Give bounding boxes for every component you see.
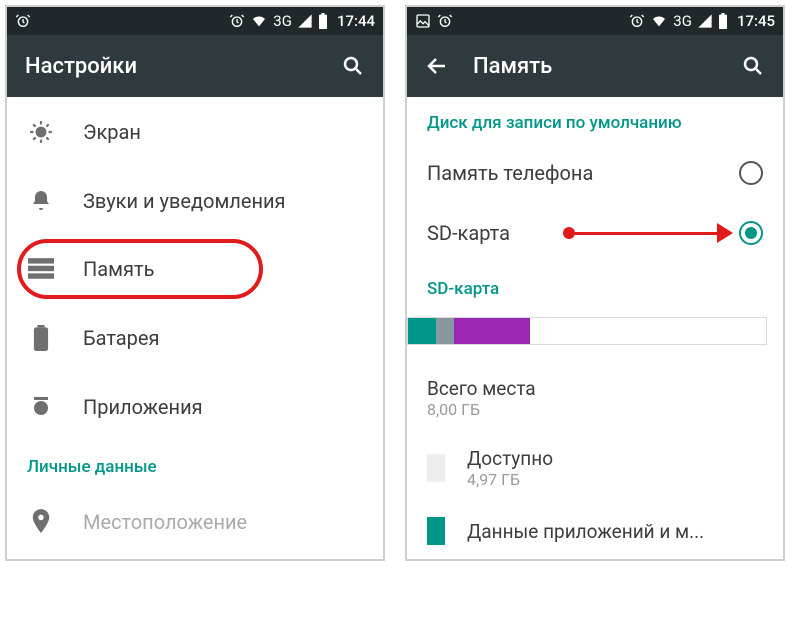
location-icon	[27, 509, 55, 535]
swatch-free	[427, 454, 445, 482]
search-icon[interactable]	[741, 54, 765, 78]
battery-icon	[27, 325, 55, 351]
stat-value: 4,97 ГБ	[467, 470, 553, 489]
alarm-icon	[15, 13, 31, 29]
row-storage[interactable]: Память	[7, 235, 383, 303]
stat-label: Доступно	[467, 447, 553, 470]
storage-usage-bar	[407, 317, 767, 345]
row-label: Экран	[83, 120, 141, 144]
clock-time: 17:45	[737, 12, 775, 30]
seg-other	[436, 318, 454, 344]
radio-label: SD-карта	[427, 221, 510, 245]
bell-icon	[27, 189, 55, 213]
phone-left: 3G 17:44 Настройки Экран Звуки и у	[5, 5, 385, 561]
section-default-disk: Диск для записи по умолчанию	[407, 97, 783, 143]
radio-sd-card[interactable]: SD-карта	[407, 203, 783, 263]
stat-label: Всего места	[427, 377, 536, 400]
row-battery[interactable]: Батарея	[7, 303, 383, 373]
stat-appdata[interactable]: Данные приложений и м...	[407, 503, 783, 559]
network-label: 3G	[673, 12, 692, 30]
alarm-icon	[629, 13, 645, 29]
row-label: Память	[83, 257, 154, 281]
row-location[interactable]: Местоположение	[7, 487, 383, 557]
radio-phone-storage[interactable]: Память телефона	[407, 143, 783, 203]
status-bar: 3G 17:44	[7, 7, 383, 35]
radio-label: Память телефона	[427, 161, 593, 185]
settings-list: Экран Звуки и уведомления Память Батарея	[7, 97, 383, 557]
section-personal: Личные данные	[7, 441, 383, 487]
signal-icon	[697, 13, 713, 29]
network-label: 3G	[273, 12, 292, 30]
row-label: Приложения	[83, 395, 203, 419]
status-bar: 3G 17:45	[407, 7, 783, 35]
battery-icon	[718, 13, 728, 29]
stat-total[interactable]: Всего места 8,00 ГБ	[407, 363, 783, 433]
app-bar: Настройки	[7, 35, 383, 97]
signal-icon	[297, 13, 313, 29]
stat-available[interactable]: Доступно 4,97 ГБ	[407, 433, 783, 503]
wifi-icon	[650, 13, 668, 29]
row-sound[interactable]: Звуки и уведомления	[7, 167, 383, 235]
clock-time: 17:44	[337, 12, 375, 30]
apps-icon	[27, 395, 55, 419]
row-display[interactable]: Экран	[7, 97, 383, 167]
swatch-apps	[427, 517, 445, 545]
phone-right: 3G 17:45 Память Диск для записи по умолч…	[405, 5, 785, 561]
seg-media	[454, 318, 530, 344]
radio-checked-icon	[739, 221, 763, 245]
page-title: Настройки	[25, 54, 137, 79]
alarm-icon	[229, 13, 245, 29]
alarm-icon	[437, 13, 453, 29]
page-title: Память	[473, 54, 552, 79]
annotation-arrow	[563, 223, 733, 243]
row-label: Местоположение	[83, 510, 247, 534]
app-bar: Память	[407, 35, 783, 97]
brightness-icon	[27, 119, 55, 145]
row-label: Звуки и уведомления	[83, 189, 286, 213]
battery-icon	[318, 13, 328, 29]
stat-value: 8,00 ГБ	[427, 400, 536, 419]
row-apps[interactable]: Приложения	[7, 373, 383, 441]
wifi-icon	[250, 13, 268, 29]
seg-apps	[408, 318, 436, 344]
section-sd-card: SD-карта	[407, 263, 783, 309]
storage-icon	[27, 258, 55, 280]
image-icon	[415, 13, 431, 29]
seg-free	[530, 318, 766, 344]
back-icon[interactable]	[425, 54, 449, 78]
search-icon[interactable]	[341, 54, 365, 78]
stat-label: Данные приложений и м...	[467, 520, 704, 543]
radio-unchecked-icon	[739, 161, 763, 185]
row-label: Батарея	[83, 326, 159, 350]
